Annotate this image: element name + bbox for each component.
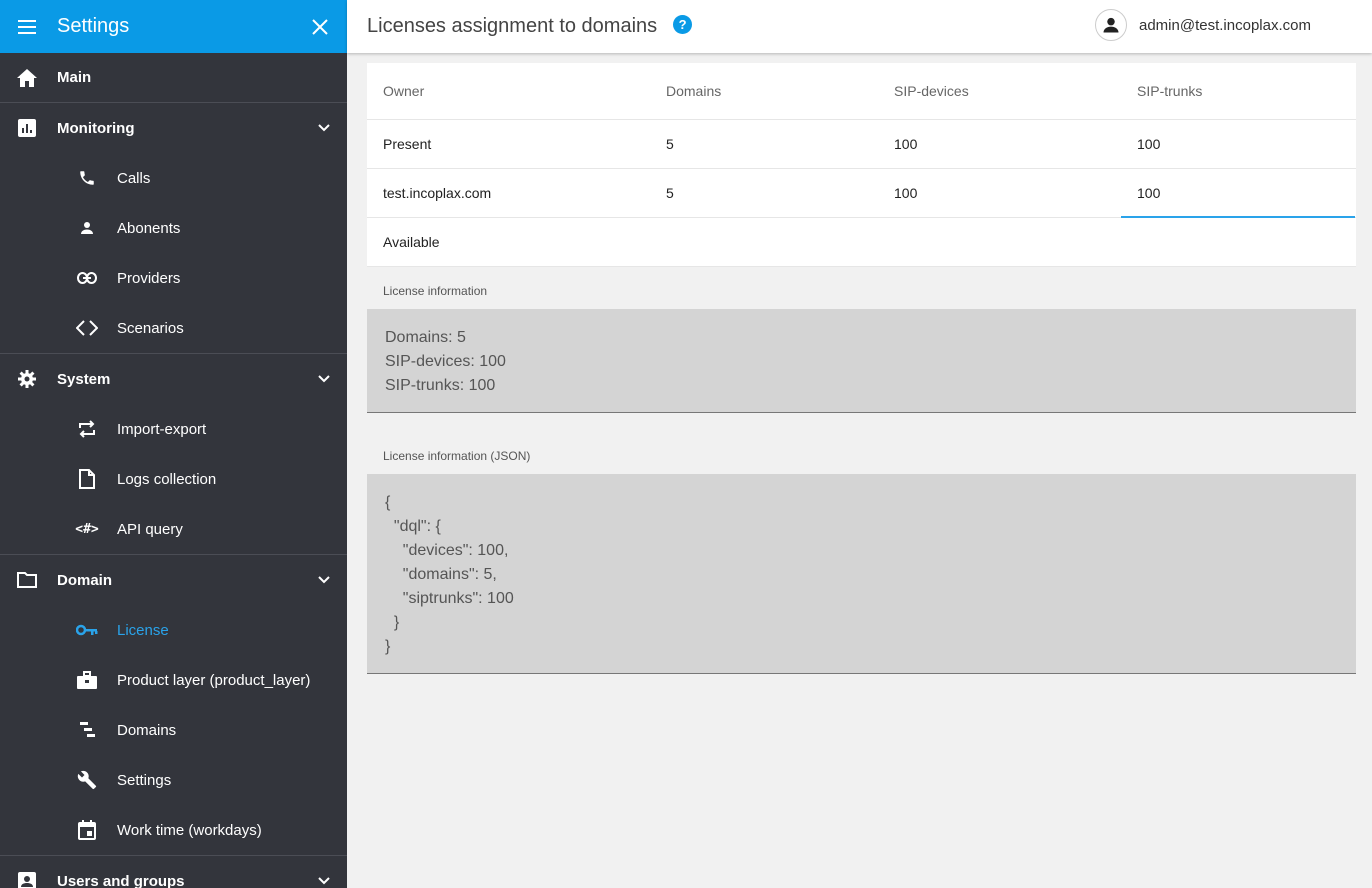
sidebar-section-label: Main — [57, 69, 92, 86]
license-info-label: License information — [383, 284, 488, 298]
tree-icon — [76, 719, 98, 741]
license-json-textarea[interactable]: { "dql": { "devices": 100, "domains": 5,… — [367, 474, 1356, 674]
column-header-sip-devices: SIP-devices — [894, 83, 969, 99]
sidebar-section-label: Users and groups — [57, 872, 185, 888]
sidebar-item-logs-collection[interactable]: Logs collection — [0, 454, 347, 504]
sidebar-section-label: Domain — [57, 571, 113, 589]
sidebar-section-main[interactable]: Main — [0, 53, 347, 103]
wrench-icon — [76, 769, 98, 791]
close-icon[interactable] — [309, 16, 331, 38]
sidebar-item-label: API query — [117, 520, 183, 538]
column-header-domains: Domains — [666, 83, 722, 99]
sidebar-item-calls[interactable]: Calls — [0, 153, 347, 203]
cell-sip-trunks: 100 — [1137, 136, 1161, 152]
user-email: admin@test.incoplax.com — [1139, 16, 1311, 34]
sidebar-item-domains[interactable]: Domains — [0, 705, 347, 755]
person-icon — [76, 217, 98, 239]
page-title: Licenses assignment to domains — [367, 15, 658, 37]
cell-owner: test.incoplax.com — [383, 185, 492, 201]
table-row: Available — [367, 218, 1356, 267]
sidebar-item-scenarios[interactable]: Scenarios — [0, 303, 347, 353]
sidebar-item-label: Domains — [117, 721, 177, 739]
domain-group: Domain License Product layer (product_la… — [0, 555, 347, 856]
sidebar-item-import-export[interactable]: Import-export — [0, 404, 347, 454]
key-icon — [76, 619, 98, 641]
top-bar: Licenses assignment to domains ? admin@t… — [347, 0, 1372, 53]
table-header: Owner Domains SIP-devices SIP-trunks — [367, 63, 1356, 120]
sidebar-item-abonents[interactable]: Abonents — [0, 203, 347, 253]
briefcase-icon — [76, 669, 98, 691]
sidebar-item-label: Product layer (product_layer) — [117, 671, 311, 689]
api-icon: <#> — [75, 521, 99, 537]
column-header-sip-trunks: SIP-trunks — [1137, 83, 1203, 99]
user-menu[interactable]: admin@test.incoplax.com — [1095, 9, 1311, 41]
cell-domains: 5 — [666, 136, 674, 152]
help-icon[interactable]: ? — [673, 15, 693, 34]
sidebar-item-label: License — [117, 621, 169, 639]
gear-icon — [16, 368, 38, 390]
sidebar-item-label: Import-export — [117, 420, 207, 438]
chevron-down-icon[interactable] — [315, 571, 333, 589]
sidebar-item-label: Settings — [117, 771, 172, 789]
sidebar-section-users[interactable]: Users and groups — [0, 856, 347, 888]
calendar-icon — [76, 819, 98, 841]
home-icon — [16, 67, 38, 89]
system-group: System Import-export Logs collection <#>… — [0, 354, 347, 555]
contact-icon — [16, 870, 38, 888]
cell-owner: Available — [383, 234, 440, 250]
phone-icon — [76, 167, 98, 189]
sidebar-item-label: Logs collection — [117, 470, 217, 488]
repeat-icon — [76, 418, 98, 440]
bar-chart-icon — [16, 117, 38, 139]
sidebar-item-label: Scenarios — [117, 319, 184, 337]
sidebar-item-providers[interactable]: Providers — [0, 253, 347, 303]
cell-sip-devices: 100 — [894, 136, 918, 152]
code-icon — [76, 317, 98, 339]
sidebar-item-label: Abonents — [117, 219, 181, 237]
sidebar-item-label: Work time (workdays) — [117, 821, 262, 839]
table-row: Present 5 100 100 — [367, 120, 1356, 169]
chevron-down-icon[interactable] — [315, 872, 333, 888]
sidebar-item-api-query[interactable]: <#> API query — [0, 504, 347, 554]
sidebar-item-settings[interactable]: Settings — [0, 755, 347, 805]
sip-trunks-edit-cell — [1121, 169, 1355, 218]
menu-icon[interactable] — [16, 16, 38, 38]
column-header-owner: Owner — [383, 83, 425, 99]
sidebar-header: Settings — [0, 0, 347, 53]
sidebar-item-product-layer[interactable]: Product layer (product_layer) — [0, 655, 347, 705]
cell-sip-devices[interactable]: 100 — [894, 185, 917, 201]
sidebar-section-label: Monitoring — [57, 119, 135, 137]
file-icon — [76, 468, 98, 490]
sidebar-item-label: Calls — [117, 169, 151, 187]
link-icon — [76, 267, 98, 289]
sidebar-item-license[interactable]: License — [0, 605, 347, 655]
sidebar: Settings Main Monitoring Calls Abonents … — [0, 0, 347, 888]
sidebar-section-system[interactable]: System — [0, 354, 347, 404]
sidebar-section-domain[interactable]: Domain — [0, 555, 347, 605]
monitoring-group: Monitoring Calls Abonents Providers Scen… — [0, 103, 347, 354]
chevron-down-icon[interactable] — [315, 119, 333, 137]
license-json-label: License information (JSON) — [383, 449, 531, 463]
folder-icon — [16, 569, 38, 591]
cell-domains[interactable]: 5 — [666, 185, 674, 201]
avatar — [1095, 9, 1127, 41]
license-info-textarea[interactable]: Domains: 5 SIP-devices: 100 SIP-trunks: … — [367, 309, 1356, 413]
sidebar-item-label: Providers — [117, 269, 181, 287]
sip-trunks-input[interactable] — [1137, 184, 1337, 201]
table-row: test.incoplax.com 5 100 — [367, 169, 1356, 218]
sidebar-section-monitoring[interactable]: Monitoring — [0, 103, 347, 153]
cell-owner: Present — [383, 136, 432, 152]
license-table: Owner Domains SIP-devices SIP-trunks Pre… — [367, 63, 1356, 267]
sidebar-section-label: System — [57, 370, 111, 388]
sidebar-title: Settings — [57, 15, 130, 37]
main-content: Owner Domains SIP-devices SIP-trunks Pre… — [367, 63, 1356, 674]
sidebar-item-work-time[interactable]: Work time (workdays) — [0, 805, 347, 855]
chevron-down-icon[interactable] — [315, 370, 333, 388]
